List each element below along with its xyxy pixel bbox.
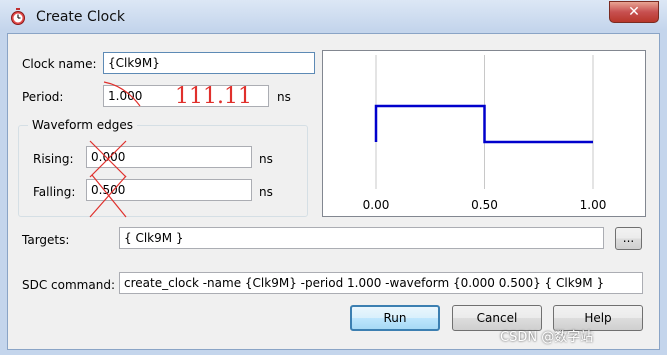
red-cross-marks [89,81,141,218]
create-clock-dialog: Create Clock ✕ Clock name: {Clk9M} Perio… [0,0,667,355]
watermark: CSDN @数字站 [500,330,594,345]
